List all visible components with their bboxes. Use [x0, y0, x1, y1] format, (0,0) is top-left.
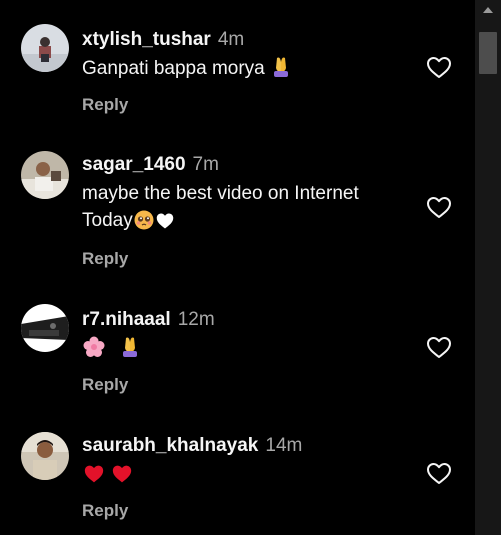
comment-list: xtylish_tushar 4m Ganpati bappa morya Rep…: [0, 0, 475, 535]
reply-button[interactable]: Reply: [82, 95, 128, 115]
scrollbar-thumb[interactable]: [479, 32, 497, 74]
reply-button[interactable]: Reply: [82, 501, 128, 521]
scroll-up-arrow-icon[interactable]: [475, 2, 501, 18]
heart-outline-icon[interactable]: [426, 462, 452, 486]
comment-text: [82, 335, 412, 366]
reply-button[interactable]: Reply: [82, 375, 128, 395]
folded-hands-emoji: [120, 336, 140, 366]
avatar[interactable]: [21, 24, 69, 72]
white-heart-emoji: [155, 211, 175, 238]
pleading-face-emoji: [134, 210, 154, 238]
reply-button[interactable]: Reply: [82, 249, 128, 269]
heart-outline-icon[interactable]: [426, 336, 452, 360]
avatar[interactable]: [21, 151, 69, 199]
comments-panel: xtylish_tushar 4m Ganpati bappa morya Rep…: [0, 0, 501, 535]
comment-time: 12m: [177, 309, 215, 330]
comment-time: 7m: [192, 154, 219, 175]
red-heart-emoji: [111, 464, 133, 492]
comment-username[interactable]: sagar_1460: [82, 154, 186, 175]
folded-hands-emoji: [271, 56, 291, 86]
heart-outline-icon[interactable]: [426, 196, 452, 220]
comment-time: 4m: [217, 29, 245, 50]
comment-username[interactable]: saurabh_khalnayak: [82, 435, 258, 456]
avatar[interactable]: [21, 432, 69, 480]
comment-text: Ganpati bappa morya: [82, 55, 412, 86]
red-heart-emoji: [83, 464, 105, 492]
comment-text: maybe the best video on Internet Today: [82, 180, 412, 238]
comment-username[interactable]: r7.nihaaal: [82, 309, 171, 330]
comment-time: 14m: [265, 435, 303, 456]
heart-outline-icon[interactable]: [426, 56, 452, 80]
comment-text: [82, 461, 412, 492]
comment-username[interactable]: xtylish_tushar: [82, 29, 211, 50]
avatar[interactable]: [21, 304, 69, 352]
vertical-scrollbar[interactable]: [475, 0, 501, 535]
cherry-blossom-emoji: [83, 336, 105, 366]
